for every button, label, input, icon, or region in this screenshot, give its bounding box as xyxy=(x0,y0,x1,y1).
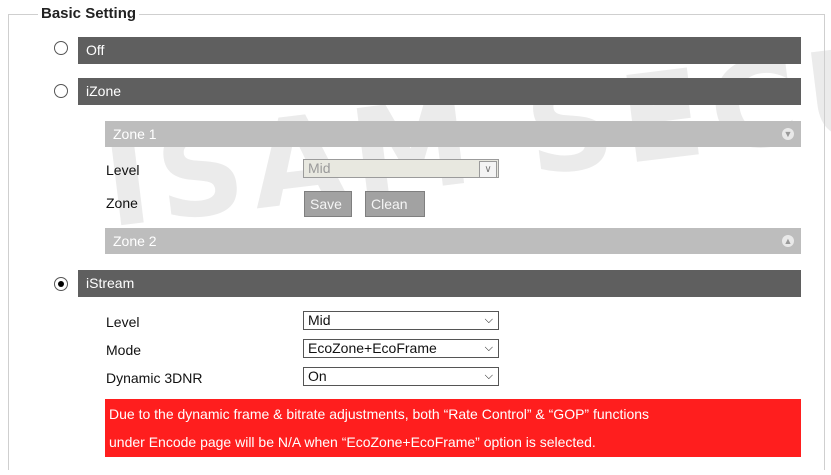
istream-dnr-label: Dynamic 3DNR xyxy=(106,370,203,386)
save-button[interactable]: Save xyxy=(304,191,352,217)
chevron-down-icon: ▼ xyxy=(782,128,794,140)
istream-radio[interactable] xyxy=(54,277,68,291)
izone-level-value: Mid xyxy=(308,160,331,176)
istream-mode-select[interactable]: EcoZone+EcoFrame ⌵ xyxy=(303,339,499,358)
zone1-header[interactable]: Zone 1 ▼ xyxy=(105,121,801,147)
off-option-bar: Off xyxy=(78,37,801,64)
fieldset-legend: Basic Setting xyxy=(38,5,140,22)
istream-dnr-value: On xyxy=(308,368,327,384)
chevron-up-icon: ▲ xyxy=(782,235,794,247)
istream-level-value: Mid xyxy=(308,312,331,328)
istream-option-bar: iStream xyxy=(78,270,801,297)
istream-label: iStream xyxy=(86,275,135,291)
chevron-down-icon: ⌵ xyxy=(484,314,493,326)
istream-mode-label: Mode xyxy=(106,342,142,358)
izone-zone-label: Zone xyxy=(106,195,138,211)
zone2-header[interactable]: Zone 2 ▲ xyxy=(105,228,801,254)
izone-radio[interactable] xyxy=(54,84,68,98)
off-radio[interactable] xyxy=(54,41,68,55)
warning-line-2: under Encode page will be N/A when “EcoZ… xyxy=(109,434,596,450)
off-label: Off xyxy=(86,42,105,58)
istream-level-label: Level xyxy=(106,314,140,330)
izone-level-select[interactable]: Mid ∨ xyxy=(303,159,499,178)
clean-button[interactable]: Clean xyxy=(365,191,425,217)
warning-message: Due to the dynamic frame & bitrate adjus… xyxy=(105,399,801,457)
izone-level-label: Level xyxy=(106,162,140,178)
zone1-title: Zone 1 xyxy=(113,126,157,142)
chevron-down-icon: ⌵ xyxy=(484,342,493,354)
izone-label: iZone xyxy=(86,83,122,99)
zone2-title: Zone 2 xyxy=(113,233,157,249)
istream-dnr-select[interactable]: On ⌵ xyxy=(303,367,499,386)
chevron-down-icon: ∨ xyxy=(479,161,497,178)
chevron-down-icon: ⌵ xyxy=(484,370,493,382)
istream-mode-value: EcoZone+EcoFrame xyxy=(308,340,437,356)
izone-option-bar: iZone xyxy=(78,78,801,105)
istream-level-select[interactable]: Mid ⌵ xyxy=(303,311,499,330)
warning-line-1: Due to the dynamic frame & bitrate adjus… xyxy=(109,406,650,422)
